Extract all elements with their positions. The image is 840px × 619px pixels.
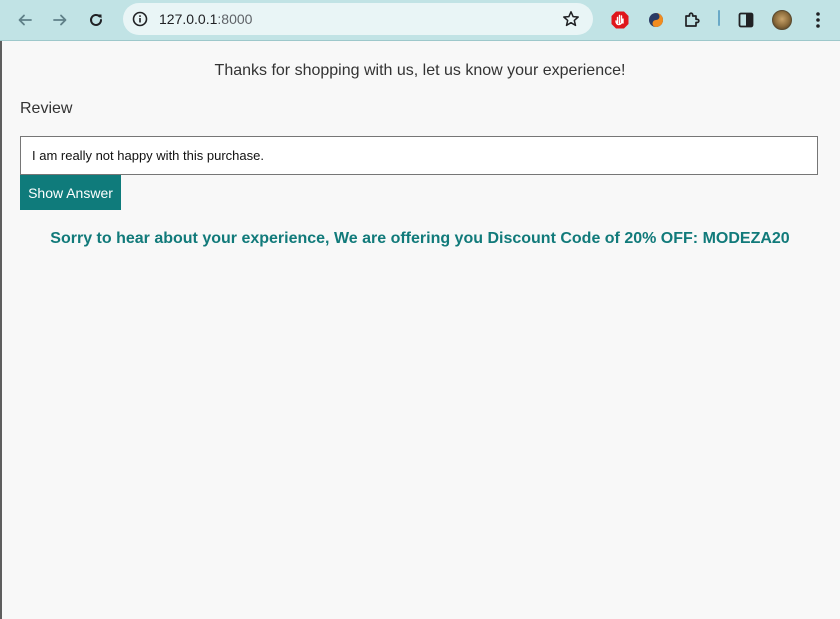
kebab-menu-icon[interactable] (805, 7, 831, 33)
forward-arrow-icon (53, 14, 67, 26)
bookmark-star-icon[interactable] (561, 9, 581, 29)
review-label: Review (20, 100, 73, 117)
profile-avatar[interactable] (769, 7, 795, 33)
back-button[interactable] (11, 6, 39, 34)
puzzle-extensions-icon[interactable] (679, 7, 705, 33)
intro-text: Thanks for shopping with us, let us know… (214, 62, 626, 79)
sharp-extension-icon[interactable] (643, 7, 669, 33)
back-arrow-icon (18, 14, 32, 26)
reload-button[interactable] (82, 6, 110, 34)
browser-toolbar: 127.0.0.1:8000 (0, 0, 840, 41)
reload-icon (90, 13, 102, 26)
adblock-extension-icon[interactable] (607, 7, 633, 33)
info-icon[interactable] (131, 10, 149, 28)
show-answer-button[interactable]: Show Answer (20, 175, 121, 210)
page-content: Thanks for shopping with us, let us know… (0, 41, 840, 619)
review-input[interactable] (20, 136, 818, 175)
url-text: 127.0.0.1:8000 (159, 11, 252, 27)
address-bar[interactable]: 127.0.0.1:8000 (123, 3, 593, 35)
discount-result-text: Sorry to hear about your experience, We … (50, 230, 790, 247)
toolbar-separator (718, 10, 720, 26)
url-host: 127.0.0.1 (159, 11, 218, 27)
forward-button[interactable] (46, 6, 74, 34)
url-port: :8000 (217, 11, 253, 27)
side-panel-icon[interactable] (733, 7, 759, 33)
